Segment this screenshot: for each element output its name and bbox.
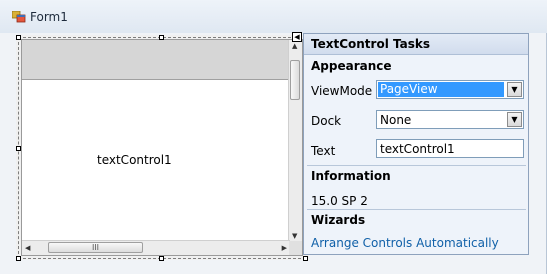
information-heading: Information xyxy=(311,169,391,183)
resize-handle-bottom[interactable] xyxy=(159,256,164,261)
viewmode-label: ViewMode xyxy=(311,84,373,98)
window-title: Form1 xyxy=(30,10,68,24)
vertical-scroll-thumb[interactable] xyxy=(290,60,300,100)
scroll-right-icon[interactable]: ▶ xyxy=(282,244,287,252)
scroll-up-icon[interactable]: ▲ xyxy=(292,42,297,50)
smart-tag-collapse-icon[interactable]: ◀ xyxy=(292,32,302,42)
dock-value: None xyxy=(380,113,412,127)
viewmode-select[interactable]: PageView ▼ xyxy=(376,80,524,99)
wizards-heading: Wizards xyxy=(311,213,366,227)
resize-handle-tl[interactable] xyxy=(16,35,21,40)
textcontrol-tasks-panel: TextControl Tasks Appearance ViewMode Pa… xyxy=(303,33,529,255)
form-icon xyxy=(12,11,26,23)
version-value: 15.0 SP 2 xyxy=(311,194,368,208)
vertical-scrollbar[interactable]: ▲ ▼ xyxy=(288,40,302,242)
resize-handle-left[interactable] xyxy=(16,146,21,151)
text-control[interactable]: textControl1 ▲ ▼ ◀ III ▶ xyxy=(21,39,303,256)
tasks-header: TextControl Tasks xyxy=(304,34,528,55)
resize-handle-top[interactable] xyxy=(159,35,164,40)
text-value: textControl1 xyxy=(380,142,455,156)
text-control-label: textControl1 xyxy=(97,153,172,167)
ruler xyxy=(22,40,290,80)
scroll-down-icon[interactable]: ▼ xyxy=(292,232,297,240)
scrollbar-corner xyxy=(289,241,302,255)
designer-window: Form1 textControl1 ▲ ▼ ◀ III ▶ ◀ TextCon… xyxy=(0,0,547,274)
horizontal-scroll-thumb[interactable]: III xyxy=(48,242,143,253)
dock-label: Dock xyxy=(311,114,342,128)
title-bar[interactable]: Form1 xyxy=(0,0,547,33)
arrange-controls-link[interactable]: Arrange Controls Automatically xyxy=(311,236,499,250)
tasks-title: TextControl Tasks xyxy=(311,37,430,51)
resize-handle-bl[interactable] xyxy=(16,256,21,261)
viewmode-value: PageView xyxy=(378,82,504,97)
text-label: Text xyxy=(311,144,336,158)
resize-handle-br[interactable] xyxy=(303,256,308,261)
scroll-left-icon[interactable]: ◀ xyxy=(25,244,30,252)
divider xyxy=(307,209,526,210)
text-input[interactable]: textControl1 xyxy=(376,139,524,158)
chevron-down-icon[interactable]: ▼ xyxy=(507,82,522,97)
grip-icon: III xyxy=(91,243,100,252)
horizontal-scrollbar[interactable]: ◀ III ▶ xyxy=(22,240,290,255)
appearance-heading: Appearance xyxy=(311,59,392,73)
dock-select[interactable]: None ▼ xyxy=(376,110,524,129)
chevron-down-icon[interactable]: ▼ xyxy=(507,112,522,127)
divider xyxy=(307,165,526,166)
